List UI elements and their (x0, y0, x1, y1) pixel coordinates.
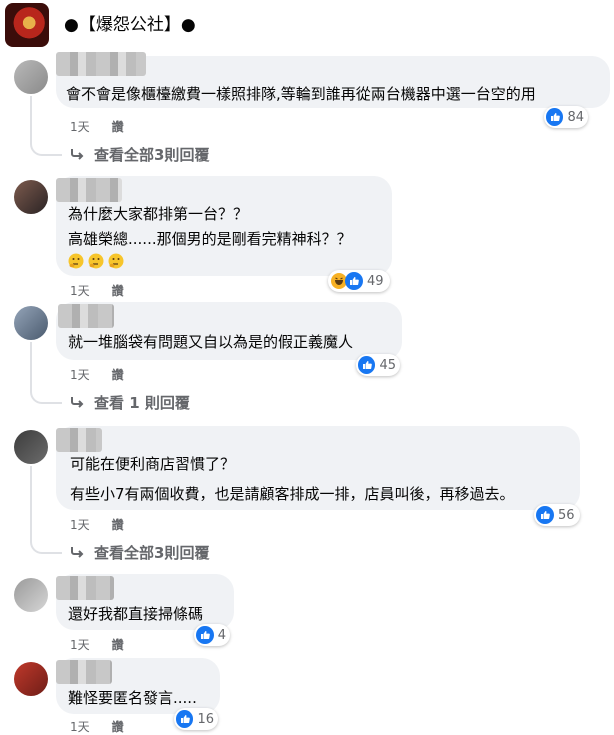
comment-bubble: 還好我都直接掃條碼 (56, 574, 234, 630)
avatar[interactable] (14, 662, 48, 696)
comment-text: 就一堆腦袋有問題又自以為是的假正義魔人 (68, 333, 354, 351)
comment-text: 還好我都直接掃條碼 (68, 605, 204, 623)
avatar[interactable] (14, 430, 48, 464)
view-replies-link[interactable]: 查看全部3則回覆 (70, 542, 209, 563)
reaction-count: 4 (217, 627, 226, 643)
comment-meta: 1天 讚 (70, 282, 124, 299)
like-icon (196, 626, 214, 644)
comment-text: 會不會是像櫃檯繳費一樣照排隊,等輪到誰再從兩台機器中選一台空的用 (66, 85, 536, 103)
commenter-name[interactable] (56, 178, 122, 202)
comment-bubble: 為什麼大家都排第一台？？ 高雄榮總......那個男的是剛看完精神科？？ (56, 176, 392, 276)
view-replies-link[interactable]: 查看全部3則回覆 (70, 144, 209, 165)
comment-bubble: 就一堆腦袋有問題又自以為是的假正義魔人 (56, 302, 402, 360)
comment-bubble: 難怪要匿名發言..... (56, 658, 220, 714)
avatar[interactable] (14, 60, 48, 94)
comment-meta: 1天 讚 (70, 636, 124, 653)
reaction-count: 45 (379, 357, 396, 373)
reaction-summary[interactable]: 49 (328, 270, 390, 292)
comment-time[interactable]: 1天 (70, 718, 90, 735)
commenter-name[interactable] (56, 576, 114, 600)
comment-text: 可能在便利商店習慣了？ (70, 455, 236, 473)
thinking-face-icon (108, 253, 124, 269)
comment-text: 高雄榮總......那個男的是剛看完精神科？？ (68, 230, 352, 248)
comment-meta: 1天 讚 (70, 118, 124, 135)
comment-time[interactable]: 1天 (70, 636, 90, 653)
comment-bubble: 會不會是像櫃檯繳費一樣照排隊,等輪到誰再從兩台機器中選一台空的用 (56, 52, 610, 108)
comment: 會不會是像櫃檯繳費一樣照排隊,等輪到誰再從兩台機器中選一台空的用 84 1天讚 … (0, 52, 614, 174)
like-action[interactable]: 讚 (112, 118, 124, 135)
thinking-face-icon (88, 253, 104, 269)
comment: 還好我都直接掃條碼 4 1天 讚 (0, 574, 614, 654)
thinking-face-icon (68, 253, 84, 269)
reply-arrow-icon (70, 394, 86, 412)
reply-arrow-icon (70, 146, 86, 164)
view-replies-label: 查看全部3則回覆 (94, 544, 210, 562)
avatar[interactable] (14, 180, 48, 214)
comment-time[interactable]: 1天 (70, 118, 90, 135)
commenter-name[interactable] (56, 52, 146, 76)
comment: 可能在便利商店習慣了？ 有些小7有兩個收費，也是請顧客排成一排，店員叫後，再移過… (0, 426, 614, 566)
commenter-name[interactable] (58, 304, 114, 328)
view-replies-label: 查看 1 則回覆 (94, 394, 190, 412)
commenter-name[interactable] (56, 428, 102, 452)
comment-time[interactable]: 1天 (70, 516, 90, 533)
reaction-count: 56 (558, 507, 575, 523)
reaction-count: 84 (567, 109, 584, 125)
comment-bubble: 可能在便利商店習慣了？ 有些小7有兩個收費，也是請顧客排成一排，店員叫後，再移過… (56, 426, 580, 510)
reply-arrow-icon (70, 544, 86, 562)
like-icon (345, 272, 363, 290)
like-action[interactable]: 讚 (112, 516, 124, 533)
comment: 難怪要匿名發言..... 16 1天 讚 (0, 658, 614, 735)
page-header: ●【爆怨公社】● (0, 0, 614, 52)
reaction-count: 16 (197, 711, 214, 727)
like-icon (536, 506, 554, 524)
page-title[interactable]: ●【爆怨公社】● (64, 12, 196, 38)
comment-meta: 1天 讚 (70, 516, 124, 533)
thread-line (30, 96, 62, 156)
comment: 為什麼大家都排第一台？？ 高雄榮總......那個男的是剛看完精神科？？ 49 … (0, 176, 614, 299)
comment-meta: 1天 讚 (70, 366, 124, 383)
view-replies-label: 查看全部3則回覆 (94, 146, 210, 164)
like-action[interactable]: 讚 (112, 366, 124, 383)
like-icon (358, 356, 376, 374)
comment-time[interactable]: 1天 (70, 366, 90, 383)
like-action[interactable]: 讚 (112, 718, 124, 735)
comment-text: 為什麼大家都排第一台？？ (68, 205, 249, 223)
avatar[interactable] (14, 306, 48, 340)
thread-line (30, 466, 62, 554)
reaction-summary[interactable]: 45 (356, 354, 400, 376)
comment-text: 難怪要匿名發言..... (68, 689, 197, 707)
reaction-summary[interactable]: 16 (174, 708, 218, 730)
view-replies-link[interactable]: 查看 1 則回覆 (70, 392, 190, 413)
comment-time[interactable]: 1天 (70, 282, 90, 299)
avatar[interactable] (14, 578, 48, 612)
reaction-summary[interactable]: 4 (194, 624, 230, 646)
like-icon (546, 108, 564, 126)
comment-text: 有些小7有兩個收費，也是請顧客排成一排，店員叫後，再移過去。 (70, 485, 515, 503)
commenter-name[interactable] (56, 660, 112, 684)
reaction-summary[interactable]: 56 (534, 504, 580, 526)
thread-line (30, 342, 62, 404)
page-avatar[interactable] (5, 3, 49, 47)
like-action[interactable]: 讚 (112, 282, 124, 299)
comment: 就一堆腦袋有問題又自以為是的假正義魔人 45 1天 讚 查看 1 則回覆 (0, 302, 614, 420)
like-icon (176, 710, 194, 728)
emoji-line (68, 250, 128, 274)
like-action[interactable]: 讚 (112, 636, 124, 653)
comment-meta: 1天 讚 (70, 718, 124, 735)
reaction-summary[interactable]: 84 (544, 106, 588, 128)
reaction-count: 49 (367, 273, 384, 289)
